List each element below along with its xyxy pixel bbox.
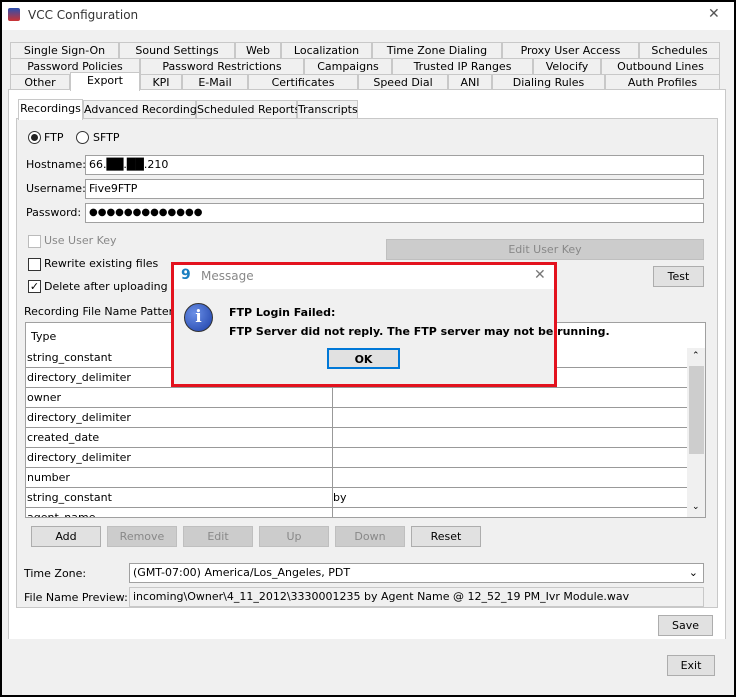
dialog-message: FTP Server did not reply. The FTP server… [229,325,610,338]
chevron-down-icon[interactable]: ⌄ [689,564,698,582]
cell-type: directory_delimiter [27,371,131,384]
tab-auth-profiles[interactable]: Auth Profiles [605,74,720,90]
cell-value: by [333,491,347,504]
preview-label: File Name Preview: [24,591,128,604]
reset-button[interactable]: Reset [411,526,481,547]
table-row[interactable]: created_date [26,428,687,448]
column-header-type[interactable]: Type [31,330,56,343]
rewrite-existing-checkbox[interactable] [28,258,41,271]
cell-type: directory_delimiter [27,451,131,464]
scroll-down-icon[interactable]: ⌄ [692,502,700,512]
delete-after-label: Delete after uploading [44,280,168,293]
message-dialog: 9 Message ✕ i FTP Login Failed: FTP Serv… [171,262,610,387]
sftp-radio[interactable] [76,131,89,144]
scroll-thumb[interactable] [689,366,704,454]
tab-schedules[interactable]: Schedules [639,42,720,58]
table-row[interactable]: directory_delimiter [26,408,687,428]
window-title: VCC Configuration [28,8,139,22]
file-name-preview: incoming\Owner\4_11_2012\3330001235 by A… [129,587,704,607]
cell-type: directory_delimiter [27,411,131,424]
cell-type: number [27,471,70,484]
app-icon [8,8,20,21]
delete-after-uploading-checkbox[interactable]: ✓ [28,280,41,293]
username-label: Username: [26,182,86,195]
cell-type: owner [27,391,61,404]
use-user-key-checkbox[interactable] [28,235,41,248]
table-scrollbar[interactable]: ⌃ ⌄ [687,348,705,517]
subtab-transcripts[interactable]: Transcripts [297,100,358,119]
tab-outbound-lines[interactable]: Outbound Lines [601,58,720,74]
remove-button[interactable]: Remove [107,526,177,547]
tab-e-mail[interactable]: E-Mail [182,74,248,90]
exit-button[interactable]: Exit [667,655,715,676]
cell-type: created_date [27,431,100,444]
subtab-recordings[interactable]: Recordings [18,99,83,120]
tab-ani[interactable]: ANI [448,74,492,90]
rewrite-existing-label: Rewrite existing files [44,257,159,270]
tab-time-zone-dialing[interactable]: Time Zone Dialing [372,42,502,58]
pattern-label: Recording File Name Pattern: [24,305,184,318]
table-row[interactable]: string_constant by [26,488,687,508]
table-row[interactable]: number [26,468,687,488]
password-input[interactable]: ●●●●●●●●●●●●● [85,203,704,223]
column-divider [332,408,333,428]
tab-other[interactable]: Other [10,74,70,90]
dialog-title-bar: 9 Message ✕ [174,265,554,289]
five9-logo-icon: 9 [181,267,191,283]
down-button[interactable]: Down [335,526,405,547]
tab-single-sign-on[interactable]: Single Sign-On [10,42,119,58]
ok-button[interactable]: OK [327,348,400,369]
scroll-up-icon[interactable]: ⌃ [692,351,700,361]
ftp-label: FTP [44,131,64,144]
use-user-key-label: Use User Key [44,234,117,247]
info-icon: i [184,303,213,332]
title-bar: VCC Configuration ✕ [2,2,734,30]
tab-proxy-user-access[interactable]: Proxy User Access [502,42,639,58]
dialog-heading: FTP Login Failed: [229,306,336,319]
tab-certificates[interactable]: Certificates [248,74,358,90]
tab-web[interactable]: Web [235,42,281,58]
tab-trusted-ip-ranges[interactable]: Trusted IP Ranges [392,58,533,74]
subtab-scheduled-reports[interactable]: Scheduled Reports [196,100,300,119]
column-divider [332,448,333,468]
dialog-title: Message [201,269,254,283]
tab-localization[interactable]: Localization [281,42,372,58]
edit-user-key-button[interactable]: Edit User Key [386,239,704,260]
dialog-close-icon[interactable]: ✕ [534,267,546,283]
timezone-select[interactable]: (GMT-07:00) America/Los_Angeles, PDT ⌄ [129,563,704,583]
table-row[interactable]: owner [26,388,687,408]
close-icon[interactable]: ✕ [708,6,720,22]
cell-type: string_constant [27,351,112,364]
timezone-label: Time Zone: [24,567,87,580]
up-button[interactable]: Up [259,526,329,547]
tab-velocify[interactable]: Velocify [533,58,601,74]
hostname-input[interactable]: 66.██.██.210 [85,155,704,175]
hostname-label: Hostname: [26,158,86,171]
timezone-value: (GMT-07:00) America/Los_Angeles, PDT [133,566,351,579]
sftp-label: SFTP [93,131,120,144]
ftp-radio[interactable] [28,131,41,144]
tab-password-restrictions[interactable]: Password Restrictions [140,58,304,74]
tab-campaigns[interactable]: Campaigns [304,58,392,74]
test-button[interactable]: Test [653,266,704,287]
save-button[interactable]: Save [658,615,713,636]
edit-button[interactable]: Edit [183,526,253,547]
column-divider [332,428,333,448]
tab-speed-dial[interactable]: Speed Dial [358,74,448,90]
username-input[interactable]: Five9FTP [85,179,704,199]
tab-kpi[interactable]: KPI [140,74,182,90]
column-divider [332,468,333,488]
tab-export[interactable]: Export [70,72,140,91]
subtab-advanced-recordings[interactable]: Advanced Recordings [83,100,203,119]
cell-type: string_constant [27,491,112,504]
password-label: Password: [26,206,82,219]
table-row[interactable]: agent_name [26,508,687,518]
add-button[interactable]: Add [31,526,101,547]
cell-type: agent_name [27,511,96,518]
tab-sound-settings[interactable]: Sound Settings [119,42,235,58]
tab-dialing-rules[interactable]: Dialing Rules [492,74,605,90]
column-divider [332,388,333,408]
column-divider [332,508,333,517]
table-row[interactable]: directory_delimiter [26,448,687,468]
